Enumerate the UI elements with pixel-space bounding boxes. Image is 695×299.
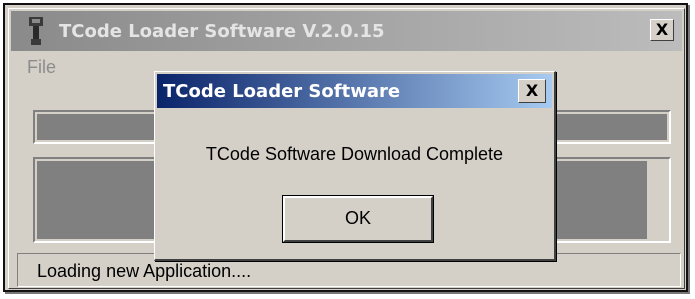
message-dialog: TCode Loader Software X TCode Software D… <box>154 71 556 261</box>
main-title-bar[interactable]: TCode Loader Software V.2.0.15 X <box>11 11 682 51</box>
window-title: TCode Loader Software V.2.0.15 <box>59 21 385 42</box>
device-icon <box>25 16 49 46</box>
ok-button[interactable]: OK <box>282 195 434 243</box>
scrollbar[interactable] <box>649 161 667 239</box>
dialog-title-bar[interactable]: TCode Loader Software X <box>157 74 552 108</box>
status-text: Loading new Application.... <box>37 261 252 281</box>
close-icon: X <box>655 20 669 39</box>
close-icon: X <box>525 81 539 100</box>
dialog-message: TCode Software Download Complete <box>205 144 504 164</box>
dialog-close-button[interactable]: X <box>518 79 546 103</box>
dialog-title: TCode Loader Software <box>163 81 401 102</box>
close-button[interactable]: X <box>650 19 674 41</box>
menu-item-file[interactable]: File <box>27 57 56 78</box>
